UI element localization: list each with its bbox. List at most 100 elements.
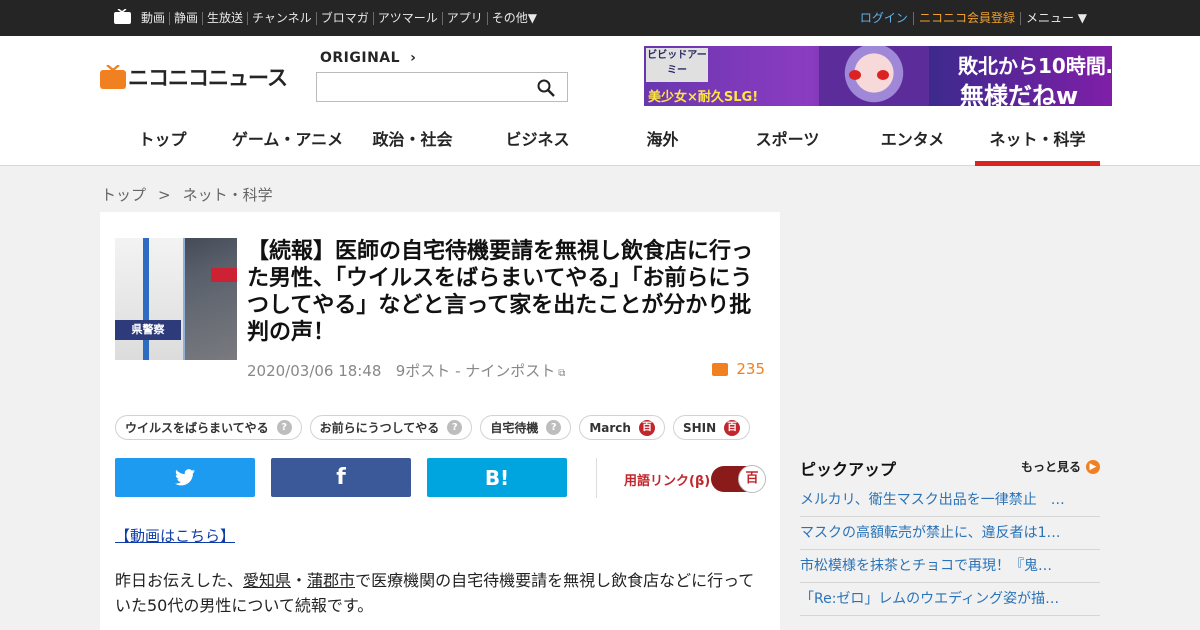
tag-chip[interactable]: March 百 xyxy=(579,415,665,440)
nav-live[interactable]: 生放送 xyxy=(203,11,249,25)
article-body: 昨日お伝えした、愛知県・蒲郡市で医療機関の自宅待機要請を無視し飲食店などに行って… xyxy=(115,568,755,618)
logo-text: ニコニコニュース xyxy=(128,66,288,90)
tag-chip[interactable]: お前らにうつしてやる? xyxy=(309,415,473,440)
breadcrumb-current[interactable]: ネット・科学 xyxy=(183,186,273,204)
nav-app[interactable]: アプリ xyxy=(443,11,488,25)
pickup-item[interactable]: メルカリ、衛生マスク出品を一律禁止 … xyxy=(800,484,1100,517)
more-label: もっと見る xyxy=(1020,460,1081,474)
nav-channel[interactable]: チャンネル xyxy=(248,11,317,25)
tab-business[interactable]: ビジネス xyxy=(475,126,600,166)
help-icon: ? xyxy=(546,420,562,435)
help-icon: ? xyxy=(447,420,463,435)
more-link[interactable]: もっと見る ▶ xyxy=(1021,458,1100,475)
pickup-item[interactable]: 市松模様を抹茶とチョコで再現！『鬼… xyxy=(800,550,1100,583)
original-label: ORIGINAL xyxy=(320,50,401,66)
help-icon: ? xyxy=(276,420,292,435)
thumbnail-figure xyxy=(115,238,185,360)
niconico-tv-icon[interactable] xyxy=(114,9,131,24)
tag-label: お前らにうつしてやる xyxy=(319,421,440,435)
article-thumbnail[interactable]: 県警察 xyxy=(115,238,237,360)
keyword-link-gamagori[interactable]: 蒲郡市 xyxy=(307,571,355,590)
register-link[interactable]: ニコニコ会員登録 xyxy=(914,11,1021,25)
tab-sports[interactable]: スポーツ xyxy=(725,126,850,166)
tab-entame[interactable]: エンタメ xyxy=(850,126,975,166)
nav-douga[interactable]: 動画 xyxy=(137,11,171,25)
keyword-link-aichi[interactable]: 愛知県 xyxy=(243,571,291,590)
article-source[interactable]: 9ポスト - ナインポスト xyxy=(396,362,556,380)
breadcrumb-home[interactable]: トップ xyxy=(101,186,146,204)
tab-game-anime[interactable]: ゲーム・アニメ xyxy=(225,126,350,166)
tag-chip[interactable]: 自宅待機? xyxy=(480,415,572,440)
breadcrumb: トップ > ネット・科学 xyxy=(101,184,273,205)
thumbnail-stripe xyxy=(143,238,149,360)
twitter-icon xyxy=(175,469,195,486)
comment-count[interactable]: 235 xyxy=(712,360,765,378)
hatena-icon: B! xyxy=(484,465,510,490)
banner-brand: ビビッドアーミー xyxy=(646,48,708,82)
dic-icon: 百 xyxy=(724,419,741,436)
comment-icon xyxy=(712,362,729,376)
tab-politics[interactable]: 政治・社会 xyxy=(350,126,475,166)
facebook-share-button[interactable]: f xyxy=(271,458,411,497)
nav-blomaga[interactable]: ブロマガ xyxy=(317,11,374,25)
breadcrumb-separator: > xyxy=(158,186,171,204)
tag-label: ウイルスをばらまいてやる xyxy=(125,421,269,435)
article-meta: 2020/03/06 18:48 9ポスト - ナインポスト ⧉ xyxy=(247,360,565,381)
video-link[interactable]: 【動画はこちら】 xyxy=(115,525,235,546)
nav-other[interactable]: その他▼ xyxy=(488,11,541,25)
body-text-dot: ・ xyxy=(291,571,308,590)
tab-top[interactable]: トップ xyxy=(100,126,225,166)
site-logo[interactable]: ニコニコニュース xyxy=(100,62,288,92)
thumbnail-police-label: 県警察 xyxy=(115,320,181,340)
hatena-bookmark-button[interactable]: B! xyxy=(427,458,567,497)
banner-character-eye xyxy=(877,70,889,80)
tag-list: ウイルスをばらまいてやる? お前らにうつしてやる? 自宅待機? March 百 S… xyxy=(115,415,758,440)
article-card: 県警察 【続報】医師の自宅待機要請を無視し飲食店に行った男性、「ウイルスをばらま… xyxy=(100,212,780,630)
dic-icon: 百 xyxy=(738,465,766,493)
pickup-item[interactable]: マスクの高額転売が禁止に、違反者は1… xyxy=(800,517,1100,550)
tab-overseas[interactable]: 海外 xyxy=(600,126,725,166)
category-nav: トップ ゲーム・アニメ 政治・社会 ビジネス 海外 スポーツ エンタメ ネット・… xyxy=(100,126,1100,166)
tag-label: 自宅待機 xyxy=(490,421,539,435)
ad-banner[interactable]: ビビッドアーミー 美少女×耐久SLG! 敗北から10時間… 無様だねw xyxy=(644,46,1112,106)
pickup-item[interactable]: 「Re:ゼロ」レムのウエディング姿が描… xyxy=(800,583,1100,616)
banner-copy-2: 無様だねw xyxy=(960,82,1079,106)
search-icon[interactable] xyxy=(537,79,555,97)
login-link[interactable]: ログイン xyxy=(855,11,914,25)
divider xyxy=(596,458,597,498)
site-header: ニコニコニュース ORIGINAL › ビビッドアーミー 美少女×耐久SLG! 敗… xyxy=(0,36,1200,166)
banner-copy-1: 敗北から10時間… xyxy=(958,54,1112,78)
external-link-icon: ⧉ xyxy=(558,368,566,379)
top-bar: 動画 静画 生放送 チャンネル ブロマガ アツマール アプリ その他▼ ログイン… xyxy=(0,0,1200,36)
banner-character-image xyxy=(819,46,929,106)
twitter-share-button[interactable] xyxy=(115,458,255,497)
chevron-right-circle-icon: ▶ xyxy=(1086,459,1100,474)
pickup-title: ピックアップ xyxy=(800,460,897,479)
comment-count-value: 235 xyxy=(736,360,765,378)
body-text-prefix: 昨日お伝えした、 xyxy=(115,571,244,590)
dic-icon: 百 xyxy=(638,419,655,436)
account-links: ログイン ニコニコ会員登録 メニュー ▼ xyxy=(855,0,1087,36)
nav-atsumaru[interactable]: アツマール xyxy=(374,11,443,25)
tab-net-science[interactable]: ネット・科学 xyxy=(975,126,1100,166)
original-link[interactable]: ORIGINAL › xyxy=(320,50,416,66)
tag-label: SHIN xyxy=(682,420,717,435)
banner-character-eye xyxy=(849,70,861,80)
thumbnail-sign xyxy=(211,268,237,282)
search-input[interactable] xyxy=(316,72,568,102)
yougo-link-toggle[interactable]: 百 xyxy=(711,465,766,493)
article-title: 【続報】医師の自宅待機要請を無視し飲食店に行った男性、「ウイルスをばらまいてやる… xyxy=(247,239,754,345)
article-date: 2020/03/06 18:48 xyxy=(247,362,382,380)
facebook-icon: f xyxy=(336,465,346,490)
banner-subcopy: 美少女×耐久SLG! xyxy=(648,90,759,105)
tag-chip[interactable]: ウイルスをばらまいてやる? xyxy=(115,415,302,440)
pickup-header: ピックアップ もっと見る ▶ xyxy=(800,456,1100,480)
chevron-right-icon: › xyxy=(410,50,417,66)
tag-chip[interactable]: SHIN 百 xyxy=(672,415,751,440)
service-nav: 動画 静画 生放送 チャンネル ブロマガ アツマール アプリ その他▼ xyxy=(137,0,541,36)
yougo-link-label: 用語リンク(β) xyxy=(624,474,711,489)
nav-seiga[interactable]: 静画 xyxy=(170,11,204,25)
tag-label: March xyxy=(589,420,631,435)
pickup-list: メルカリ、衛生マスク出品を一律禁止 … マスクの高額転売が禁止に、違反者は1… … xyxy=(800,484,1100,616)
menu-button[interactable]: メニュー ▼ xyxy=(1021,11,1087,25)
